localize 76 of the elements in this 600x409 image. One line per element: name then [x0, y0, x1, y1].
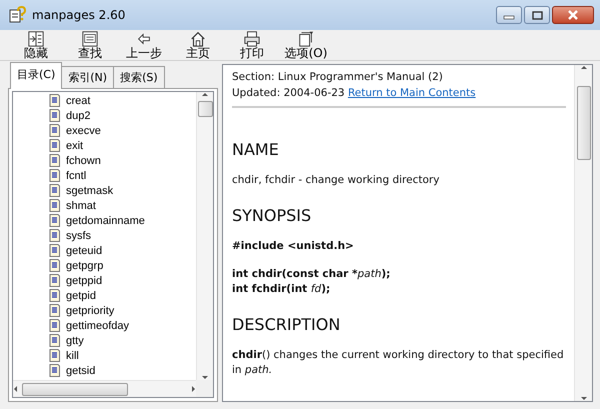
document-icon: [49, 304, 61, 317]
toolbar-button[interactable]: 上一步: [118, 30, 170, 60]
minimize-button[interactable]: [496, 6, 522, 24]
tree-item[interactable]: getppid: [65, 274, 104, 286]
document-icon: [49, 184, 61, 197]
document-icon: [49, 154, 61, 167]
tab[interactable]: 目录(C): [10, 62, 62, 89]
toolbar-button[interactable]: 隐藏: [10, 30, 62, 60]
toolbar-button[interactable]: 打印: [226, 30, 278, 60]
locate-icon: [80, 30, 100, 47]
toolbar-button[interactable]: 选项(O): [280, 30, 332, 60]
document-icon: [49, 214, 61, 227]
document-icon: [49, 259, 61, 272]
section-heading: SYNOPSIS: [232, 206, 312, 225]
tree-item[interactable]: geteuid: [65, 244, 104, 256]
tree-item[interactable]: execve: [65, 124, 102, 136]
tree-item[interactable]: kill: [65, 350, 80, 362]
tree-item[interactable]: fcntl: [65, 170, 88, 182]
hide-pane-icon: [26, 30, 46, 47]
tree-item[interactable]: exit: [65, 140, 84, 152]
tree-item[interactable]: getdomainname: [65, 214, 146, 226]
updated-text: Updated: 2004-06-23: [232, 87, 345, 99]
tree-item[interactable]: creat: [65, 94, 92, 106]
document-icon: [49, 94, 61, 107]
scrollbar-thumb[interactable]: [198, 101, 212, 117]
help-file-icon: [8, 6, 26, 24]
code-line: int chdir(const char *path);: [232, 267, 392, 282]
document-icon: [49, 169, 61, 182]
tree-item[interactable]: dup2: [65, 110, 92, 122]
tree-item[interactable]: getsid: [65, 364, 96, 376]
document-icon: [49, 124, 61, 137]
tree-item[interactable]: getpgrp: [65, 260, 104, 272]
section-heading: DESCRIPTION: [232, 315, 342, 334]
section-text: Section: Linux Programmer's Manual (2): [232, 70, 444, 85]
main-contents-link[interactable]: Return to Main Contents: [348, 87, 476, 99]
tree-item[interactable]: sgetmask: [65, 184, 114, 196]
printer-icon: [242, 30, 262, 47]
document-icon: [49, 334, 61, 347]
scrollbar-thumb[interactable]: [22, 382, 128, 396]
document-icon: [49, 349, 61, 362]
toolbar-button[interactable]: 查找: [64, 30, 116, 60]
tab[interactable]: 搜索(S): [113, 66, 165, 88]
scroll-down-icon: [580, 396, 588, 401]
scroll-down-icon: [201, 375, 209, 380]
scroll-left-icon: [13, 385, 18, 393]
paragraph: chdir, fchdir - change working directory: [232, 173, 440, 188]
document-icon: [49, 229, 61, 242]
maximize-icon: [532, 10, 542, 20]
scroll-up-icon: [580, 65, 588, 70]
document-icon: [49, 289, 61, 302]
maximize-button[interactable]: [524, 6, 550, 24]
document-icon: [49, 274, 61, 287]
tree-item[interactable]: gtty: [65, 334, 85, 346]
tree-item[interactable]: shmat: [65, 200, 97, 212]
tree-item[interactable]: getpid: [65, 290, 97, 302]
tree-item[interactable]: sysfs: [65, 230, 92, 242]
toolbar-button[interactable]: 主页: [172, 30, 224, 60]
document-icon: [49, 319, 61, 332]
tree-item[interactable]: getpriority: [65, 304, 116, 316]
paragraph: int fchdir(int fd);: [232, 282, 332, 297]
paragraph: chdir() changes the current working directory to that specified in path.: [232, 348, 565, 378]
scroll-right-icon: [191, 385, 196, 393]
document-icon: [49, 199, 61, 212]
window-title: manpages 2.60: [32, 8, 126, 22]
close-icon: [567, 10, 579, 20]
document-icon: [49, 244, 61, 257]
document-icon: [49, 364, 61, 377]
close-button[interactable]: [552, 6, 594, 24]
scroll-up-icon: [201, 92, 209, 97]
tree-item[interactable]: fchown: [65, 154, 102, 166]
document-icon: [49, 109, 61, 122]
scrollbar-thumb[interactable]: [576, 86, 590, 160]
tree-item[interactable]: gettimeofday: [65, 320, 130, 332]
paragraph: #include <unistd.h>: [232, 239, 355, 254]
document-icon: [49, 139, 61, 152]
section-heading: NAME: [232, 140, 280, 159]
